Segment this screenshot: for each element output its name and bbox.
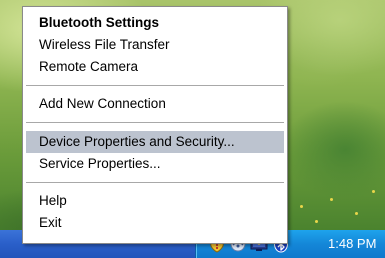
- menu-item-remote-camera[interactable]: Remote Camera: [26, 56, 284, 78]
- menu-separator: [26, 182, 284, 183]
- flower: [355, 212, 358, 215]
- menu-item-bluetooth-settings[interactable]: Bluetooth Settings: [26, 12, 284, 34]
- flower: [300, 205, 303, 208]
- menu-item-device-properties-and-security[interactable]: Device Properties and Security...: [26, 131, 284, 153]
- flower: [315, 220, 318, 223]
- menu-item-exit[interactable]: Exit: [26, 212, 284, 234]
- menu-item-wireless-file-transfer[interactable]: Wireless File Transfer: [26, 34, 284, 56]
- bluetooth-context-menu: Bluetooth Settings Wireless File Transfe…: [22, 6, 288, 244]
- flower: [372, 190, 375, 193]
- taskbar-clock[interactable]: 1:48 PM: [328, 236, 376, 251]
- menu-separator: [26, 122, 284, 123]
- flower: [330, 198, 333, 201]
- menu-separator: [26, 85, 284, 86]
- menu-item-add-new-connection[interactable]: Add New Connection: [26, 93, 284, 115]
- menu-item-service-properties[interactable]: Service Properties...: [26, 153, 284, 175]
- menu-item-help[interactable]: Help: [26, 190, 284, 212]
